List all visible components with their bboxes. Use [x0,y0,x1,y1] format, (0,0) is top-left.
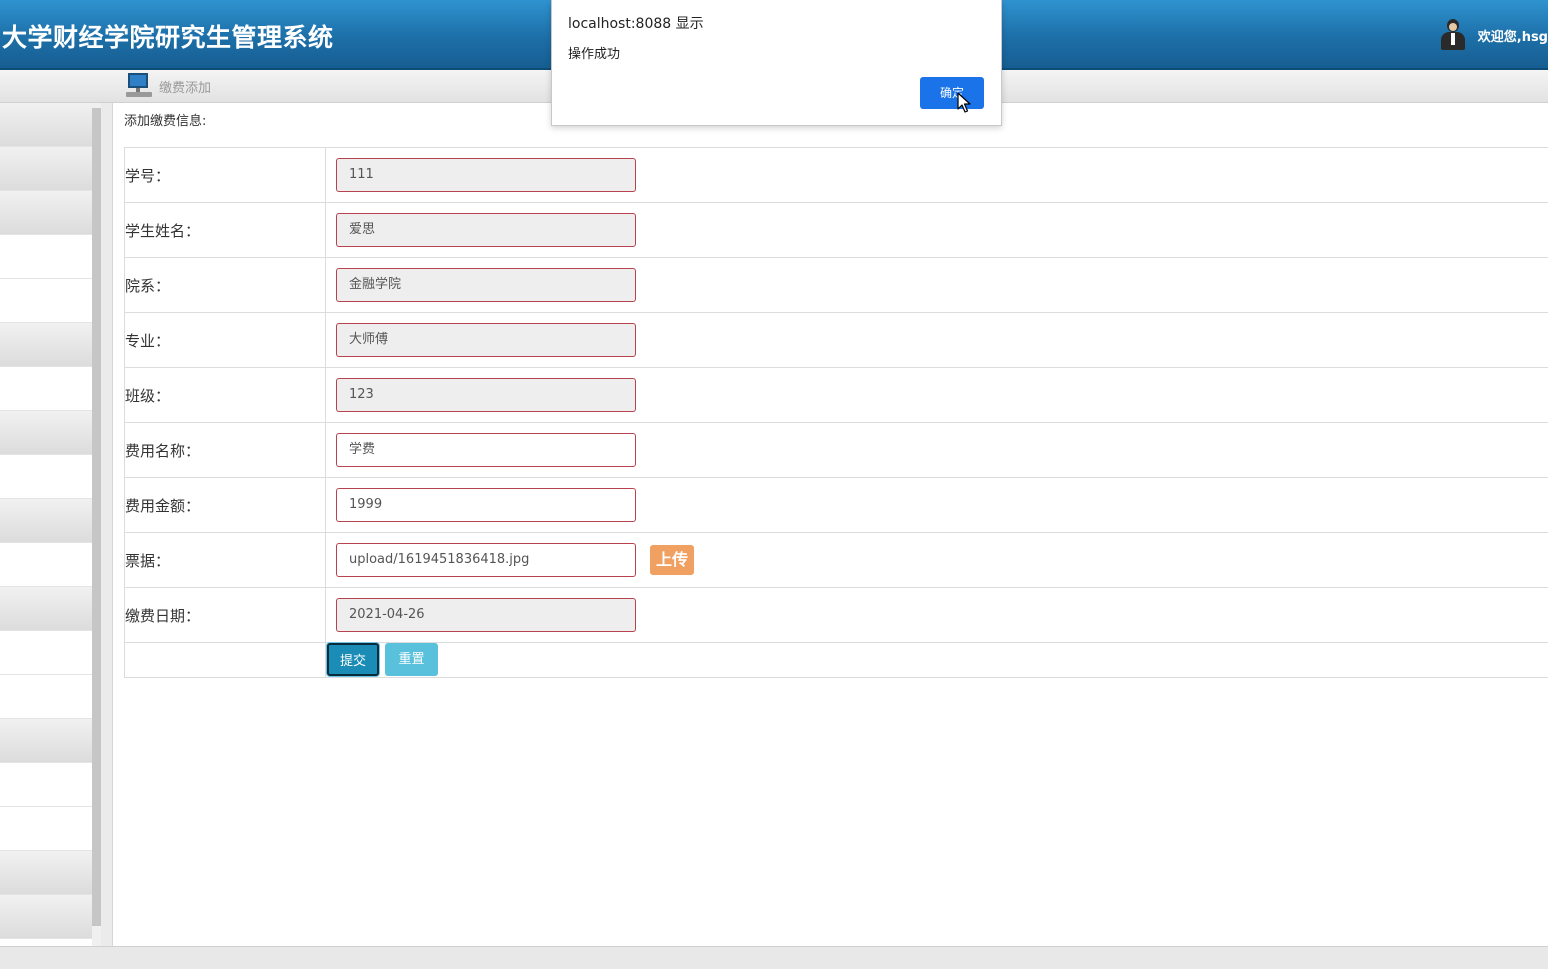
sidebar-item[interactable] [0,719,92,763]
fee-amount-field[interactable]: 1999 [336,488,636,522]
form-row: 费用金额： 1999 [125,478,1548,533]
field-label: 学生姓名： [125,203,326,258]
mouse-cursor-icon [957,92,971,114]
form-row: 专业： 大师傅 [125,313,1548,368]
field-label: 票据： [125,533,326,588]
sidebar-scrollbar[interactable] [92,103,101,946]
button-row: 提交 重置 [125,643,1548,678]
payment-date-field[interactable]: 2021-04-26 [336,598,636,632]
form-row: 缴费日期： 2021-04-26 [125,588,1548,643]
sidebar-item[interactable] [0,367,92,411]
ok-button[interactable]: 确定 [920,77,984,109]
department-field[interactable]: 金融学院 [336,268,636,302]
breadcrumb: 缴费添加 [159,77,211,96]
student-id-field[interactable]: 111 [336,158,636,192]
payment-form: 学号： 111 学生姓名： 爱思 院系： 金融学院 专业： 大师傅 班级： 12… [124,147,1548,678]
form-row: 学号： 111 [125,148,1548,203]
form-row: 费用名称： 学费 [125,423,1548,478]
sidebar-item[interactable] [0,191,92,235]
form-row: 票据： upload/1619451836418.jpg 上传 [125,533,1548,588]
sidebar-item[interactable] [0,631,92,675]
field-label: 专业： [125,313,326,368]
field-label: 费用名称： [125,423,326,478]
class-field[interactable]: 123 [336,378,636,412]
field-label: 缴费日期： [125,588,326,643]
sidebar-item[interactable] [0,323,92,367]
sidebar [0,103,92,946]
sidebar-item[interactable] [0,587,92,631]
field-label: 院系： [125,258,326,313]
sidebar-item[interactable] [0,499,92,543]
sidebar-item[interactable] [0,235,92,279]
sidebar-item[interactable] [0,675,92,719]
dialog-title: localhost:8088 显示 [568,13,704,33]
sidebar-item[interactable] [0,103,92,147]
field-label: 班级： [125,368,326,423]
welcome-text: 欢迎您,hsg [1478,26,1548,45]
computer-icon [126,73,152,99]
field-label: 学号： [125,148,326,203]
dialog-message: 操作成功 [568,43,620,62]
receipt-field[interactable]: upload/1619451836418.jpg [336,543,636,577]
section-title: 添加缴费信息: [124,110,206,129]
scrollbar-thumb[interactable] [92,108,101,926]
reset-button[interactable]: 重置 [385,643,438,676]
form-row: 学生姓名： 爱思 [125,203,1548,258]
sidebar-item[interactable] [0,147,92,191]
student-name-field[interactable]: 爱思 [336,213,636,247]
fee-name-field[interactable]: 学费 [336,433,636,467]
sidebar-item[interactable] [0,543,92,587]
sidebar-item[interactable] [0,807,92,851]
major-field[interactable]: 大师傅 [336,323,636,357]
status-strip [0,946,1548,969]
submit-button[interactable]: 提交 [327,643,379,676]
sidebar-item[interactable] [0,763,92,807]
form-row: 班级： 123 [125,368,1548,423]
avatar-icon [1440,19,1466,51]
form-row: 院系： 金融学院 [125,258,1548,313]
alert-dialog: localhost:8088 显示 操作成功 确定 [551,0,1002,126]
app-title: 大学财经学院研究生管理系统 [2,18,334,54]
upload-button[interactable]: 上传 [650,545,694,575]
sidebar-item[interactable] [0,455,92,499]
user-area: 欢迎您,hsg [1440,18,1548,52]
field-label: 费用金额： [125,478,326,533]
sidebar-item[interactable] [0,279,92,323]
main-content: 添加缴费信息: 学号： 111 学生姓名： 爱思 院系： 金融学院 专业： 大师… [112,103,1548,946]
sidebar-item[interactable] [0,411,92,455]
sidebar-item[interactable] [0,851,92,895]
sidebar-item[interactable] [0,895,92,939]
